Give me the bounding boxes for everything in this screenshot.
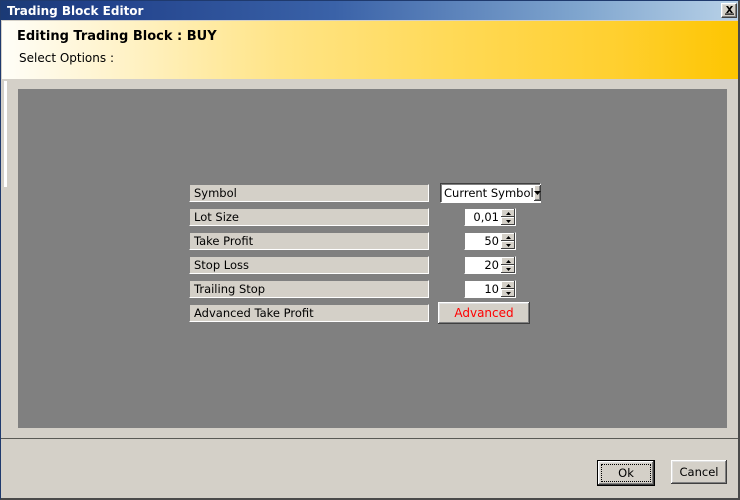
trailing-stop-stepper[interactable]: 10 xyxy=(464,280,516,298)
stop-loss-stepper-buttons xyxy=(501,257,515,273)
advanced-button[interactable]: Advanced xyxy=(438,302,530,324)
lot-size-value: 0,01 xyxy=(473,210,499,224)
table-row: Lot Size 0,01 xyxy=(189,208,539,232)
footer-divider xyxy=(1,438,738,439)
stop-loss-value: 20 xyxy=(484,258,499,272)
field-label-advanced-take-profit: Advanced Take Profit xyxy=(189,304,429,322)
table-row: Advanced Take Profit Advanced xyxy=(189,302,539,328)
chevron-down-icon[interactable] xyxy=(533,185,541,201)
left-edge-strip xyxy=(4,81,7,187)
window-titlebar: Trading Block Editor xyxy=(1,1,738,20)
dialog-body: Symbol Current Symbol Lot Size 0,01 Take… xyxy=(1,80,738,498)
trading-block-editor-dialog: Trading Block Editor Editing Trading Blo… xyxy=(0,0,740,500)
table-row: Symbol Current Symbol xyxy=(189,183,541,208)
field-label-lot-size: Lot Size xyxy=(189,208,429,226)
stepper-down-icon[interactable] xyxy=(501,217,515,225)
window-title: Trading Block Editor xyxy=(7,3,144,18)
banner-header: Editing Trading Block : BUY Select Optio… xyxy=(2,21,738,79)
stepper-up-icon[interactable] xyxy=(501,281,515,289)
dialog-footer: Ok Cancel xyxy=(597,460,727,486)
cancel-button[interactable]: Cancel xyxy=(671,460,727,484)
field-label-stop-loss: Stop Loss xyxy=(189,256,429,274)
trailing-stop-stepper-buttons xyxy=(501,281,515,297)
lot-size-stepper-buttons xyxy=(501,209,515,225)
table-row: Trailing Stop 10 xyxy=(189,280,539,304)
close-x-icon xyxy=(724,6,734,15)
stepper-up-icon[interactable] xyxy=(501,257,515,265)
take-profit-stepper-buttons xyxy=(501,233,515,249)
close-button[interactable] xyxy=(721,3,737,18)
stepper-up-icon[interactable] xyxy=(501,233,515,241)
stepper-down-icon[interactable] xyxy=(501,265,515,273)
options-panel: Symbol Current Symbol Lot Size 0,01 Take… xyxy=(18,89,727,428)
field-label-trailing-stop: Trailing Stop xyxy=(189,280,429,298)
stepper-down-icon[interactable] xyxy=(501,241,515,249)
lot-size-stepper[interactable]: 0,01 xyxy=(464,208,516,226)
stepper-up-icon[interactable] xyxy=(501,209,515,217)
table-row: Stop Loss 20 xyxy=(189,256,539,280)
options-form: Symbol Current Symbol Lot Size 0,01 Take… xyxy=(189,183,541,328)
symbol-select[interactable]: Current Symbol xyxy=(440,183,541,203)
banner-subtitle: Select Options : xyxy=(19,51,114,65)
stepper-down-icon[interactable] xyxy=(501,289,515,297)
ok-button[interactable]: Ok xyxy=(598,461,654,485)
take-profit-value: 50 xyxy=(484,234,499,248)
field-label-symbol: Symbol xyxy=(189,184,429,202)
field-label-take-profit: Take Profit xyxy=(189,232,429,250)
trailing-stop-value: 10 xyxy=(484,282,499,296)
symbol-select-value: Current Symbol xyxy=(444,186,534,200)
take-profit-stepper[interactable]: 50 xyxy=(464,232,516,250)
banner-title: Editing Trading Block : BUY xyxy=(17,29,217,44)
stop-loss-stepper[interactable]: 20 xyxy=(464,256,516,274)
table-row: Take Profit 50 xyxy=(189,232,539,256)
